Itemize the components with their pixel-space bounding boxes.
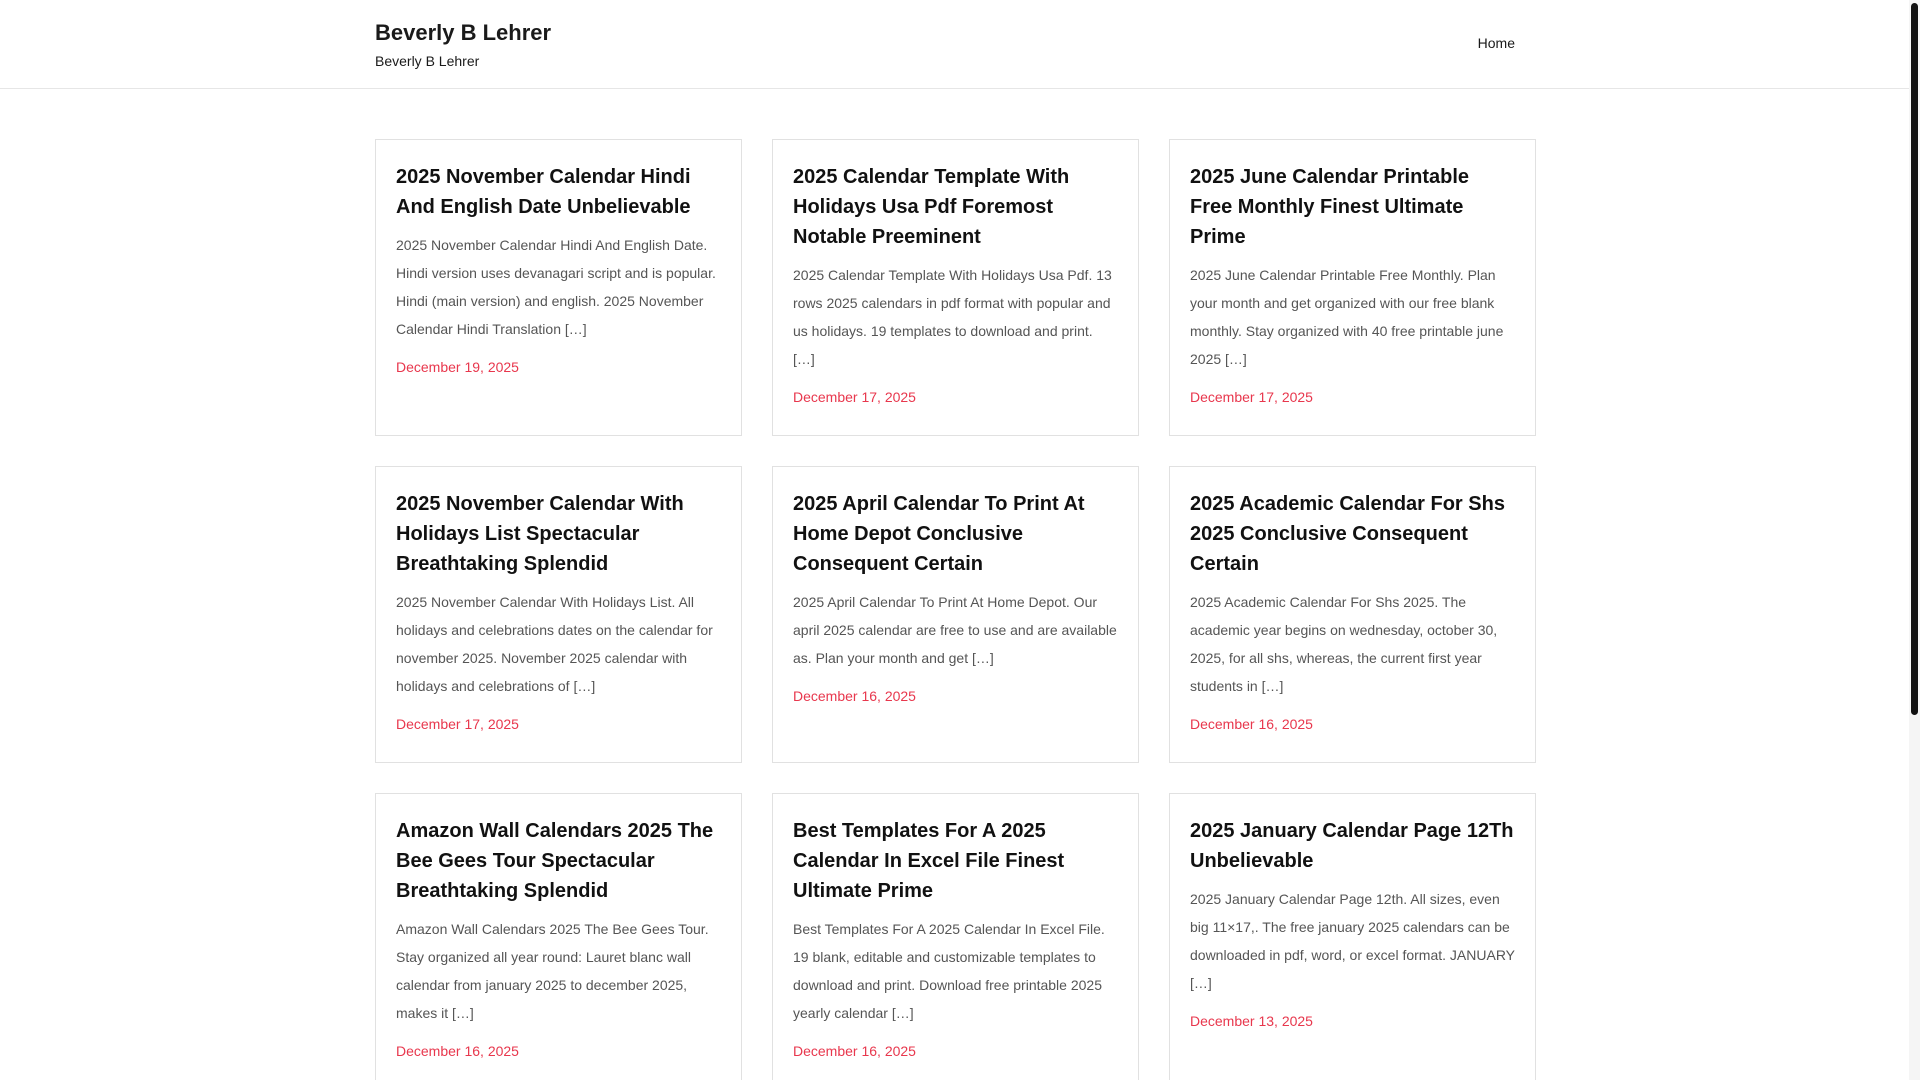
post-title: 2025 November Calendar Hindi And English… xyxy=(396,162,721,222)
post-card: 2025 Academic Calendar For Shs 2025 Conc… xyxy=(1169,466,1536,763)
post-excerpt: Amazon Wall Calendars 2025 The Bee Gees … xyxy=(396,921,709,1021)
post-title-link[interactable]: 2025 June Calendar Printable Free Monthl… xyxy=(1190,166,1469,248)
post-title: 2025 November Calendar With Holidays Lis… xyxy=(396,489,721,579)
post-date-link[interactable]: December 19, 2025 xyxy=(396,358,721,376)
post-date-link[interactable]: December 16, 2025 xyxy=(1190,715,1515,733)
post-date-link[interactable]: December 17, 2025 xyxy=(396,715,721,733)
post-excerpt: 2025 Calendar Template With Holidays Usa… xyxy=(793,267,1112,367)
scrollbar-thumb[interactable] xyxy=(1911,3,1918,715)
post-title-link[interactable]: 2025 November Calendar With Holidays Lis… xyxy=(396,493,684,575)
post-card: 2025 November Calendar With Holidays Lis… xyxy=(375,466,742,763)
post-excerpt: 2025 June Calendar Printable Free Monthl… xyxy=(1190,267,1504,367)
post-card: 2025 November Calendar Hindi And English… xyxy=(375,139,742,436)
post-excerpt: 2025 November Calendar With Holidays Lis… xyxy=(396,594,713,694)
post-date-link[interactable]: December 17, 2025 xyxy=(793,388,1118,406)
post-title-link[interactable]: 2025 Academic Calendar For Shs 2025 Conc… xyxy=(1190,493,1505,575)
vertical-scrollbar[interactable] xyxy=(1909,0,1920,1080)
nav-item-home[interactable]: Home xyxy=(1478,35,1515,51)
post-excerpt: 2025 Academic Calendar For Shs 2025. The… xyxy=(1190,594,1498,694)
post-title-link[interactable]: 2025 January Calendar Page 12Th Unbeliev… xyxy=(1190,820,1514,872)
post-title-link[interactable]: 2025 April Calendar To Print At Home Dep… xyxy=(793,493,1085,575)
site-header: Beverly B Lehrer Beverly B Lehrer Home xyxy=(0,0,1909,89)
post-title: Amazon Wall Calendars 2025 The Bee Gees … xyxy=(396,816,721,906)
post-title: 2025 Academic Calendar For Shs 2025 Conc… xyxy=(1190,489,1515,579)
page: Beverly B Lehrer Beverly B Lehrer Home 2… xyxy=(0,0,1920,1080)
post-card: 2025 Calendar Template With Holidays Usa… xyxy=(772,139,1139,436)
post-title-link[interactable]: Best Templates For A 2025 Calendar In Ex… xyxy=(793,820,1064,902)
post-excerpt: 2025 April Calendar To Print At Home Dep… xyxy=(793,594,1117,666)
post-title-link[interactable]: Amazon Wall Calendars 2025 The Bee Gees … xyxy=(396,820,713,902)
post-title: Best Templates For A 2025 Calendar In Ex… xyxy=(793,816,1118,906)
post-title: 2025 June Calendar Printable Free Monthl… xyxy=(1190,162,1515,252)
brand: Beverly B Lehrer Beverly B Lehrer xyxy=(375,20,551,70)
post-card: 2025 June Calendar Printable Free Monthl… xyxy=(1169,139,1536,436)
post-title: 2025 January Calendar Page 12Th Unbeliev… xyxy=(1190,816,1515,876)
post-excerpt: 2025 November Calendar Hindi And English… xyxy=(396,237,716,337)
post-excerpt: Best Templates For A 2025 Calendar In Ex… xyxy=(793,921,1105,1021)
post-card: 2025 January Calendar Page 12Th Unbeliev… xyxy=(1169,793,1536,1080)
post-date-link[interactable]: December 16, 2025 xyxy=(793,687,1118,705)
post-title: 2025 Calendar Template With Holidays Usa… xyxy=(793,162,1118,252)
post-card: 2025 April Calendar To Print At Home Dep… xyxy=(772,466,1139,763)
post-date-link[interactable]: December 17, 2025 xyxy=(1190,388,1515,406)
site-title-link[interactable]: Beverly B Lehrer xyxy=(375,20,551,46)
post-date-link[interactable]: December 16, 2025 xyxy=(793,1042,1118,1060)
post-title: 2025 April Calendar To Print At Home Dep… xyxy=(793,489,1118,579)
post-date-link[interactable]: December 16, 2025 xyxy=(396,1042,721,1060)
post-card: Amazon Wall Calendars 2025 The Bee Gees … xyxy=(375,793,742,1080)
posts-grid: 2025 November Calendar Hindi And English… xyxy=(375,139,1536,1080)
post-excerpt: 2025 January Calendar Page 12th. All siz… xyxy=(1190,891,1515,991)
post-title-link[interactable]: 2025 November Calendar Hindi And English… xyxy=(396,166,691,218)
post-card: Best Templates For A 2025 Calendar In Ex… xyxy=(772,793,1139,1080)
post-title-link[interactable]: 2025 Calendar Template With Holidays Usa… xyxy=(793,166,1069,248)
site-tagline: Beverly B Lehrer xyxy=(375,53,480,69)
main-navigation: Home xyxy=(1478,34,1515,53)
post-date-link[interactable]: December 13, 2025 xyxy=(1190,1012,1515,1030)
